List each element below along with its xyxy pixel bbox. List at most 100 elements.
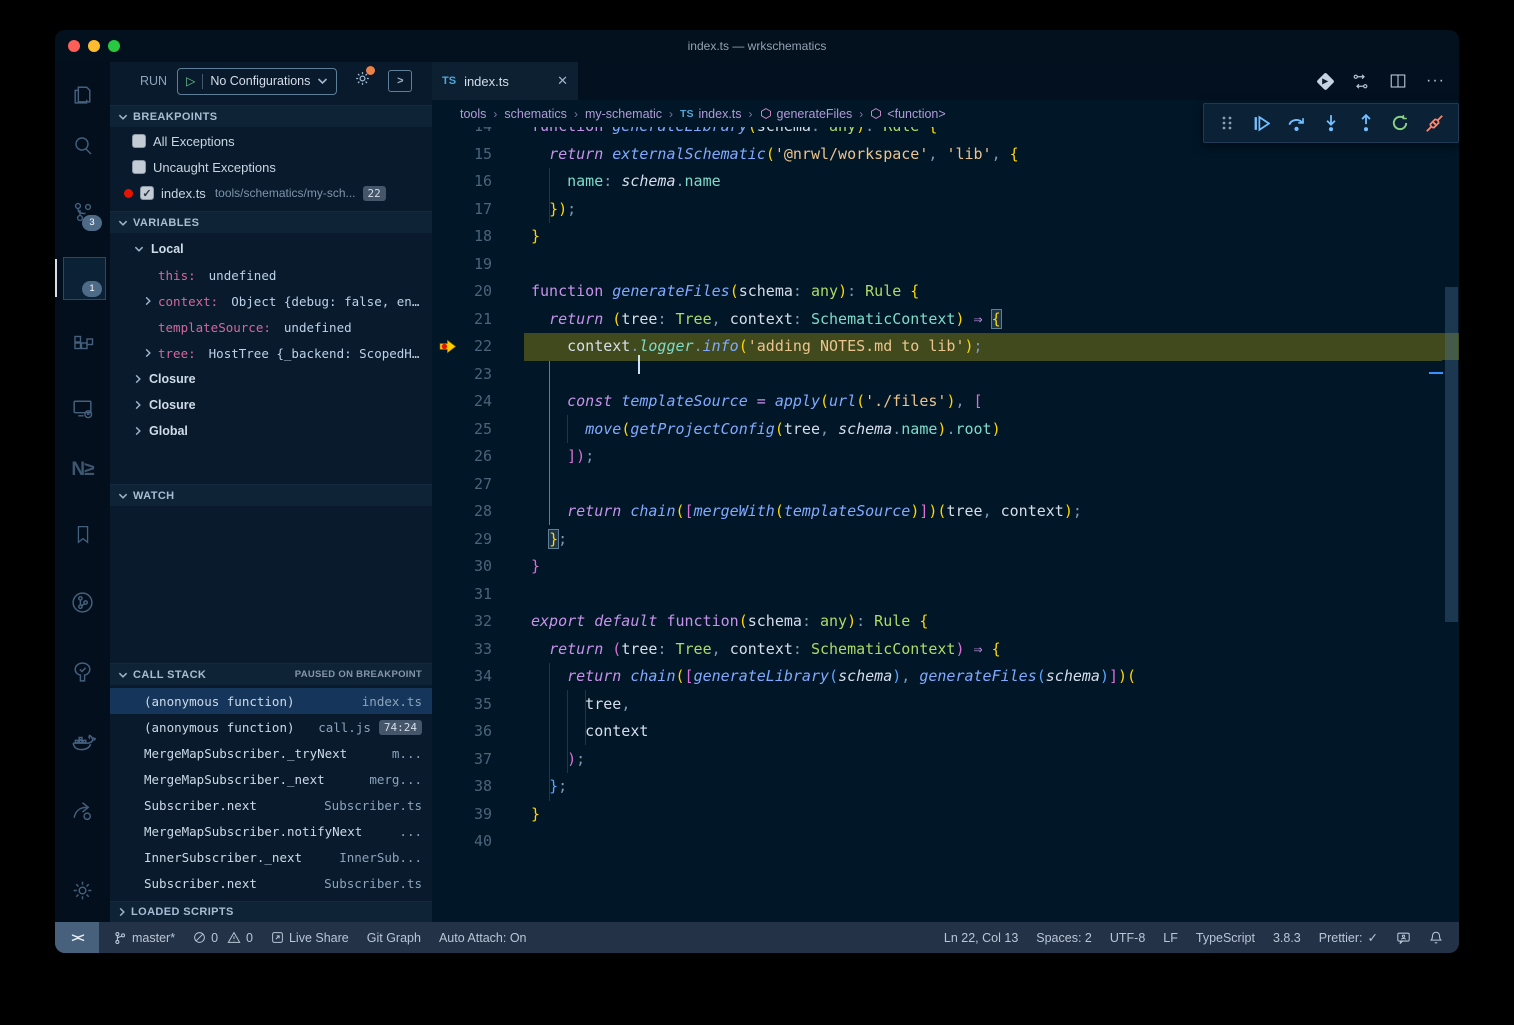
checkbox-unchecked[interactable] [132, 160, 146, 174]
line-number[interactable]: 39 [432, 801, 492, 829]
source-control-icon[interactable]: 3 [55, 186, 110, 238]
call-stack-frame[interactable]: (anonymous function)index.ts [110, 688, 432, 714]
remote-indicator[interactable]: >< [55, 922, 99, 953]
code-line[interactable]: 29 }; [432, 526, 1459, 554]
live-share-item[interactable]: Live Share [271, 931, 349, 945]
code-line[interactable]: 39} [432, 801, 1459, 829]
line-number[interactable]: 30 [432, 553, 492, 581]
code-line[interactable]: 15 return externalSchematic('@nrwl/works… [432, 141, 1459, 169]
variable-scope-row[interactable]: Global [110, 418, 432, 444]
split-editor-icon[interactable] [1389, 72, 1407, 90]
git-branch-item[interactable]: master* [113, 931, 175, 945]
line-number[interactable]: 40 [432, 828, 492, 856]
code-line[interactable]: 36 context [432, 718, 1459, 746]
line-number[interactable]: 22 [432, 333, 492, 361]
line-number[interactable]: 18 [432, 223, 492, 251]
settings-gear-icon[interactable] [55, 864, 110, 916]
code-line[interactable]: 19 [432, 251, 1459, 279]
code-line[interactable]: 33 return (tree: Tree, context: Schemati… [432, 636, 1459, 664]
explorer-icon[interactable] [55, 68, 110, 120]
code-line[interactable]: 34 return chain([generateLibrary(schema)… [432, 663, 1459, 691]
problems-item[interactable]: 0 0 [193, 931, 253, 945]
more-actions-icon[interactable]: ··· [1426, 72, 1445, 90]
breadcrumb-item[interactable]: schematics [504, 107, 567, 121]
breadcrumb-item[interactable]: my-schematic [585, 107, 662, 121]
line-number[interactable]: 24 [432, 388, 492, 416]
line-number[interactable]: 26 [432, 443, 492, 471]
docker-icon[interactable] [55, 716, 110, 768]
variable-row[interactable]: context:Object {debug: false, en… [110, 288, 432, 314]
line-number[interactable]: 34 [432, 663, 492, 691]
compare-changes-icon[interactable] [1351, 72, 1370, 91]
variable-row[interactable]: this:undefined [110, 262, 432, 288]
encoding-item[interactable]: UTF-8 [1110, 931, 1145, 945]
call-stack-frame[interactable]: (anonymous function)call.js74:24 [110, 714, 432, 740]
line-number[interactable]: 15 [432, 141, 492, 169]
code-line[interactable]: 28 return chain([mergeWith(templateSourc… [432, 498, 1459, 526]
run-debug-icon[interactable]: 1 [55, 252, 110, 304]
line-number[interactable]: 31 [432, 581, 492, 609]
step-over-icon[interactable] [1285, 112, 1307, 134]
code-line[interactable]: 37 ); [432, 746, 1459, 774]
start-debug-icon[interactable]: ▷ [186, 74, 195, 88]
search-icon[interactable] [55, 120, 110, 172]
breadcrumb-item[interactable]: <function> [870, 107, 945, 121]
title-bar[interactable]: index.ts — wrkschematics [55, 30, 1459, 63]
bookmarks-icon[interactable] [55, 508, 110, 560]
line-number[interactable]: 21 [432, 306, 492, 334]
code-line[interactable]: 22 context.logger.info('adding NOTES.md … [432, 333, 1459, 361]
code-line[interactable]: 32export default function(schema: any): … [432, 608, 1459, 636]
prettier-item[interactable]: Prettier: ✓ [1319, 930, 1378, 945]
line-number[interactable]: 35 [432, 691, 492, 719]
watch-section-header[interactable]: WATCH [110, 484, 432, 506]
line-number[interactable]: 32 [432, 608, 492, 636]
notifications-item[interactable] [1429, 930, 1443, 945]
line-number[interactable]: 17 [432, 196, 492, 224]
code-line[interactable]: 25 move(getProjectConfig(tree, schema.na… [432, 416, 1459, 444]
call-stack-frame[interactable]: MergeMapSubscriber._tryNextm... [110, 740, 432, 766]
breadcrumb-item[interactable]: tools [460, 107, 486, 121]
typescript-version-item[interactable]: 3.8.3 [1273, 931, 1301, 945]
breadcrumb-item[interactable]: TSindex.ts [680, 107, 742, 121]
nx-console-icon[interactable]: N≥ [55, 444, 110, 496]
line-number[interactable]: 36 [432, 718, 492, 746]
todo-tree-icon[interactable] [55, 646, 110, 698]
deploy-share-icon[interactable] [55, 784, 110, 836]
eol-item[interactable]: LF [1163, 931, 1178, 945]
feedback-item[interactable] [1396, 931, 1411, 945]
code-line[interactable]: 31 [432, 581, 1459, 609]
git-graph-icon[interactable] [55, 576, 110, 628]
variable-scope-row[interactable]: Local [110, 236, 432, 262]
cursor-position-item[interactable]: Ln 22, Col 13 [944, 931, 1018, 945]
disconnect-icon[interactable] [1424, 112, 1446, 134]
run-diamond-icon[interactable]: ▶ [1316, 72, 1334, 90]
call-stack-frame[interactable]: InnerSubscriber._nextInnerSub... [110, 844, 432, 870]
tab-index-ts[interactable]: TS index.ts ✕ [432, 62, 578, 100]
line-number[interactable]: 16 [432, 168, 492, 196]
line-number[interactable]: 28 [432, 498, 492, 526]
line-number[interactable]: 37 [432, 746, 492, 774]
step-into-icon[interactable] [1320, 112, 1342, 134]
toolbar-drag-grip[interactable] [1216, 112, 1238, 134]
restart-icon[interactable] [1389, 112, 1411, 134]
extensions-icon[interactable] [55, 318, 110, 370]
code-line[interactable]: 20function generateFiles(schema: any): R… [432, 278, 1459, 306]
call-stack-frame[interactable]: Subscriber.nextSubscriber.ts [110, 870, 432, 896]
breadcrumb-item[interactable]: generateFiles [760, 107, 853, 121]
code-line[interactable]: 38 }; [432, 773, 1459, 801]
vertical-scrollbar[interactable] [1445, 287, 1458, 622]
remote-explorer-icon[interactable] [55, 382, 110, 434]
continue-icon[interactable] [1251, 112, 1273, 134]
breakpoint-row-uncaught-exceptions[interactable]: Uncaught Exceptions [110, 154, 432, 180]
call-stack-section-header[interactable]: CALL STACK PAUSED ON BREAKPOINT [110, 663, 432, 685]
variable-row[interactable]: tree:HostTree {_backend: ScopedH… [110, 340, 432, 366]
step-out-icon[interactable] [1355, 112, 1377, 134]
debug-console-icon[interactable]: > [388, 70, 412, 92]
call-stack-frame[interactable]: MergeMapSubscriber.notifyNext... [110, 818, 432, 844]
line-number[interactable]: 20 [432, 278, 492, 306]
auto-attach-item[interactable]: Auto Attach: On [439, 931, 527, 945]
git-graph-item[interactable]: Git Graph [367, 931, 421, 945]
code-line[interactable]: 23 [432, 361, 1459, 389]
line-number[interactable]: 14 [432, 127, 492, 141]
breakpoints-section-header[interactable]: BREAKPOINTS [110, 105, 432, 127]
